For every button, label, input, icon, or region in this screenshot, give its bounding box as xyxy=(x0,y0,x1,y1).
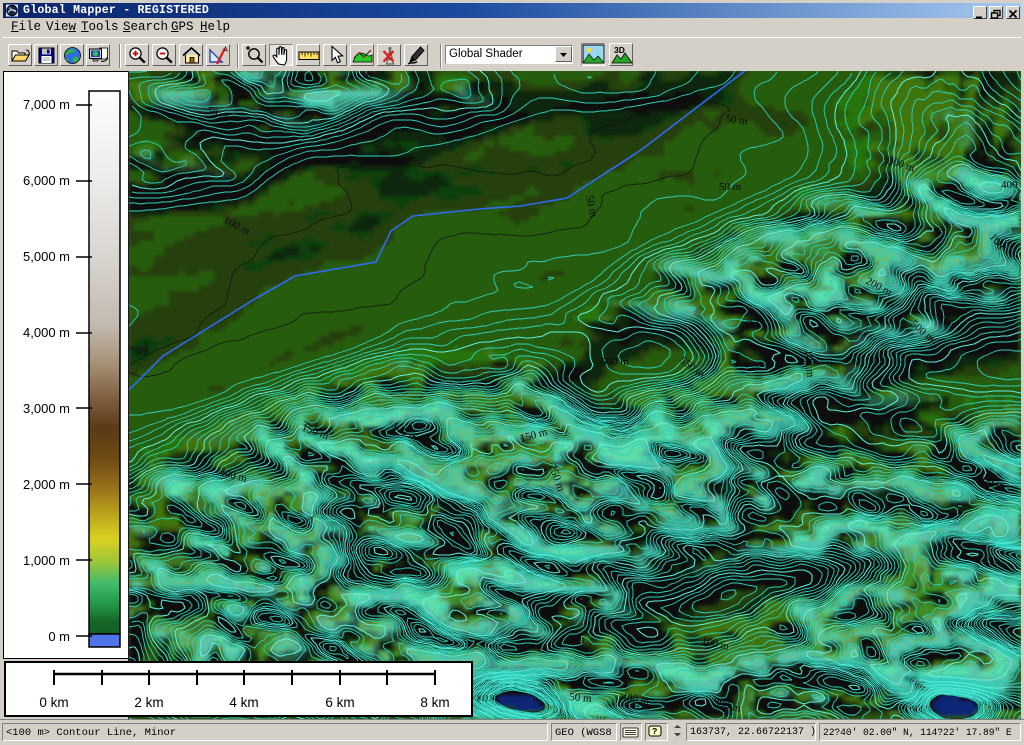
svg-text:3,000 m: 3,000 m xyxy=(23,401,70,416)
svg-text:2 km: 2 km xyxy=(134,695,163,710)
svg-text:0 km: 0 km xyxy=(39,695,68,710)
svg-text:3D: 3D xyxy=(614,45,625,55)
svg-text:1,000 m: 1,000 m xyxy=(23,553,70,568)
svg-text:50 m: 50 m xyxy=(569,691,593,705)
svg-text:6,000 m: 6,000 m xyxy=(23,173,70,188)
svg-text:?: ? xyxy=(652,727,657,737)
svg-text:500 m: 500 m xyxy=(601,356,629,368)
svg-text:8 km: 8 km xyxy=(420,695,449,710)
svg-text:100 m: 100 m xyxy=(802,349,816,378)
svg-text:5,000 m: 5,000 m xyxy=(23,249,70,264)
svg-text:4,000 m: 4,000 m xyxy=(23,325,70,340)
svg-text:50 m: 50 m xyxy=(719,181,742,193)
svg-text:7,000 m: 7,000 m xyxy=(23,97,70,112)
svg-text:2,000 m: 2,000 m xyxy=(23,477,70,492)
svg-text:400: 400 xyxy=(1001,179,1018,191)
svg-text:0 m: 0 m xyxy=(48,629,70,644)
svg-text:6 km: 6 km xyxy=(325,695,354,710)
svg-text:4 km: 4 km xyxy=(229,695,258,710)
